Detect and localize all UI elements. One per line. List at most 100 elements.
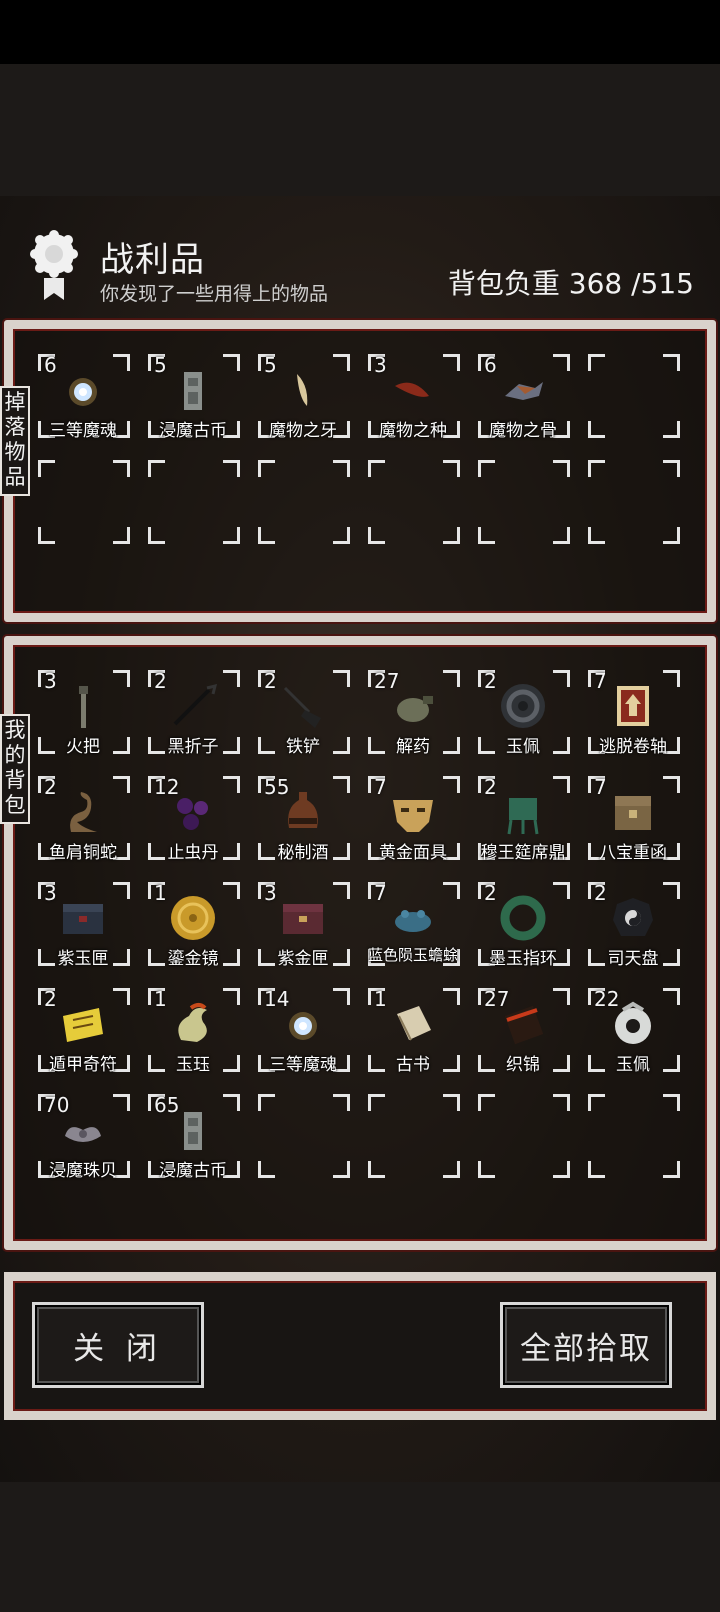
item-count: 2 — [154, 669, 167, 693]
item-name: 织锦 — [506, 1055, 540, 1075]
slot-corner-mark — [553, 882, 570, 899]
jade-ring-icon — [500, 895, 546, 941]
item-count: 6 — [44, 353, 57, 377]
bag-slot[interactable]: 65 浸魔古币 — [138, 1084, 248, 1190]
bag-slot[interactable]: 22 玉佩 — [578, 978, 688, 1084]
slot-corner-mark — [443, 776, 460, 793]
bag-slot[interactable]: 7 八宝重函 — [578, 766, 688, 872]
slot-corner-mark — [588, 421, 605, 438]
drop-slot[interactable] — [468, 450, 578, 556]
slot-corner-mark — [588, 354, 605, 371]
item-count: 1 — [374, 987, 387, 1011]
slot-corner-mark — [113, 527, 130, 544]
slot-corner-mark — [148, 460, 165, 477]
item-count: 5 — [154, 353, 167, 377]
bag-slot[interactable]: 2 墨玉指环 — [468, 872, 578, 978]
item-name: 魔物之牙 — [269, 421, 337, 441]
close-button[interactable]: 关 闭 — [32, 1302, 204, 1388]
slot-corner-mark — [113, 882, 130, 899]
bag-slot[interactable]: 7 逃脱卷轴 — [578, 660, 688, 766]
bag-slot[interactable]: 2 铁铲 — [248, 660, 358, 766]
bag-slot[interactable]: 27 解药 — [358, 660, 468, 766]
drop-slot[interactable] — [578, 344, 688, 450]
blue-toad-icon — [395, 910, 431, 932]
slot-corner-mark — [553, 1094, 570, 1111]
slot-corner-mark — [333, 670, 350, 687]
item-count: 2 — [44, 987, 57, 1011]
item-name: 魔物之种 — [379, 421, 447, 441]
ancient-coin-icon — [184, 372, 202, 410]
bag-slot[interactable]: 2 鱼肩铜蛇 — [28, 766, 138, 872]
item-count: 2 — [484, 881, 497, 905]
fang-icon — [297, 374, 308, 406]
bottom-area — [0, 1482, 720, 1612]
bag-slot[interactable]: 3 紫玉匣 — [28, 872, 138, 978]
bag-slot[interactable]: 27 织锦 — [468, 978, 578, 1084]
bag-slot[interactable] — [358, 1084, 468, 1190]
slot-corner-mark — [333, 1094, 350, 1111]
slot-corner-mark — [443, 988, 460, 1005]
bag-slot[interactable]: 55 秘制酒 — [248, 766, 358, 872]
treasure-box-icon — [615, 796, 651, 830]
item-name: 鱼肩铜蛇 — [49, 843, 117, 863]
drop-slot[interactable] — [28, 450, 138, 556]
bag-slot[interactable]: 14 三等魔魂 — [248, 978, 358, 1084]
slot-corner-mark — [663, 1094, 680, 1111]
item-count: 22 — [594, 987, 620, 1011]
bag-slot[interactable] — [578, 1084, 688, 1190]
slot-corner-mark — [478, 1161, 495, 1178]
slot-corner-mark — [663, 670, 680, 687]
loot-badge-icon — [30, 230, 78, 300]
bag-slot[interactable]: 70 浸魔珠贝 — [28, 1084, 138, 1190]
bag-slot[interactable]: 3 紫金匣 — [248, 872, 358, 978]
item-name: 穆王筵席鼎 — [480, 843, 566, 863]
take-all-button[interactable]: 全部拾取 — [500, 1302, 672, 1388]
talisman-icon — [63, 1008, 103, 1042]
bag-slot[interactable]: 2 司天盘 — [578, 872, 688, 978]
bag-slot[interactable]: 2 遁甲奇符 — [28, 978, 138, 1084]
drop-slot[interactable]: 6 三等魔魂 — [28, 344, 138, 450]
item-count: 2 — [44, 775, 57, 799]
bag-slot[interactable]: 2 穆王筵席鼎 — [468, 766, 578, 872]
item-name: 魔物之骨 — [489, 421, 557, 441]
slot-corner-mark — [478, 460, 495, 477]
bag-slot[interactable]: 3 火把 — [28, 660, 138, 766]
drop-slot[interactable]: 3 魔物之种 — [358, 344, 468, 450]
item-count: 7 — [374, 881, 387, 905]
item-count: 2 — [594, 881, 607, 905]
slot-corner-mark — [113, 460, 130, 477]
drop-slot[interactable]: 5 浸魔古币 — [138, 344, 248, 450]
bag-slot[interactable]: 12 止虫丹 — [138, 766, 248, 872]
slot-corner-mark — [443, 527, 460, 544]
slot-corner-mark — [333, 1161, 350, 1178]
drop-slot[interactable]: 6 魔物之骨 — [468, 344, 578, 450]
item-name: 黄金面具 — [379, 843, 447, 863]
bag-slot[interactable]: 2 黑折子 — [138, 660, 248, 766]
slot-corner-mark — [553, 354, 570, 371]
item-count: 6 — [484, 353, 497, 377]
bag-slot[interactable]: 1 鎏金镜 — [138, 872, 248, 978]
bag-slot[interactable]: 1 玉珏 — [138, 978, 248, 1084]
slot-corner-mark — [443, 882, 460, 899]
drop-slot[interactable]: 5 魔物之牙 — [248, 344, 358, 450]
slot-corner-mark — [333, 527, 350, 544]
item-name: 三等魔魂 — [49, 421, 117, 441]
drop-slot[interactable] — [358, 450, 468, 556]
bag-slot[interactable]: 7 黄金面具 — [358, 766, 468, 872]
drop-slot[interactable] — [248, 450, 358, 556]
slot-corner-mark — [113, 1094, 130, 1111]
page-subtitle: 你发现了一些用得上的物品 — [100, 283, 329, 305]
item-name: 浸魔珠贝 — [49, 1161, 117, 1181]
bag-slot[interactable] — [248, 1084, 358, 1190]
bag-slot[interactable]: 1 古书 — [358, 978, 468, 1084]
drop-slot[interactable] — [138, 450, 248, 556]
item-count: 55 — [264, 775, 290, 799]
bag-slot[interactable] — [468, 1084, 578, 1190]
drop-slot[interactable] — [578, 450, 688, 556]
slot-corner-mark — [38, 527, 55, 544]
slot-corner-mark — [148, 527, 165, 544]
slot-corner-mark — [443, 460, 460, 477]
bag-slot[interactable]: 7 蓝色陨玉蟾蜍 — [358, 872, 468, 978]
slot-corner-mark — [113, 988, 130, 1005]
bag-slot[interactable]: 2 玉佩 — [468, 660, 578, 766]
